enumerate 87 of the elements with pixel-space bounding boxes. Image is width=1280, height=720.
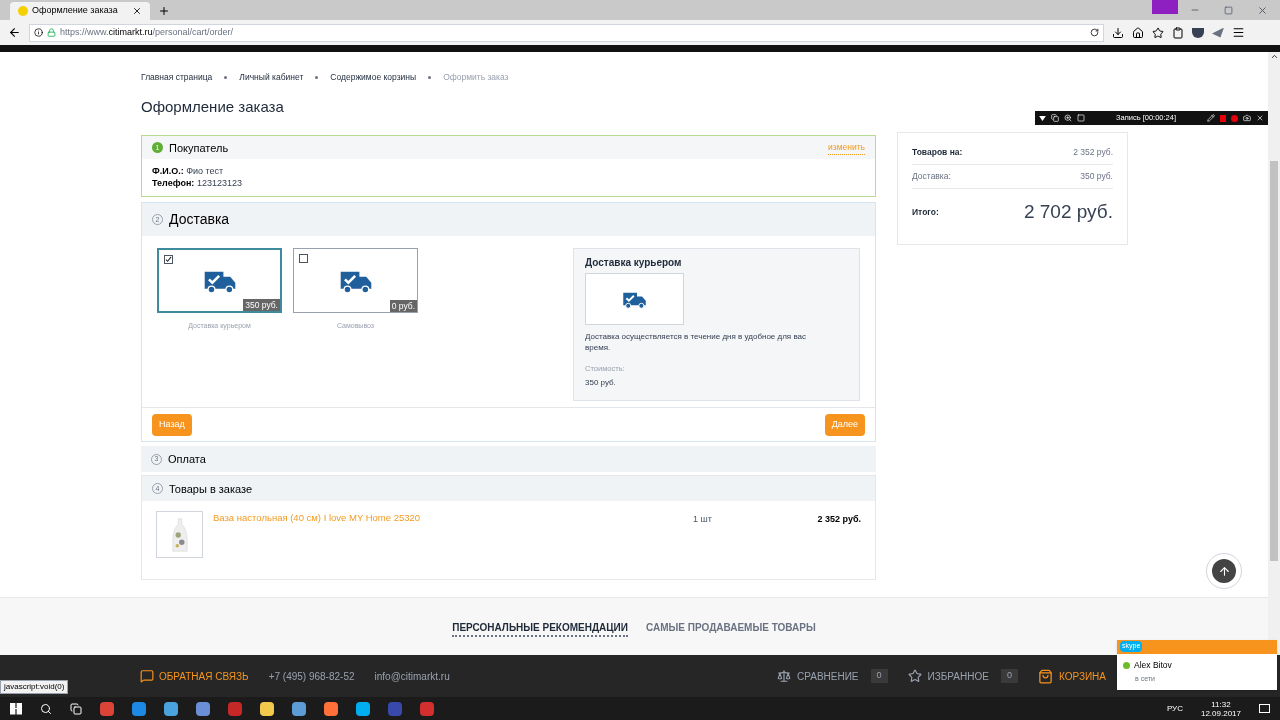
reload-icon[interactable] bbox=[1090, 28, 1099, 37]
taskbar-app-icon[interactable] bbox=[132, 701, 146, 716]
bookmark-star-icon[interactable] bbox=[1152, 26, 1164, 39]
summary-label: Итого: bbox=[912, 206, 939, 219]
details-description: Доставка осуществляется в течение дня в удобное для вас время. bbox=[585, 331, 807, 354]
count-badge: 0 bbox=[870, 669, 888, 683]
price-badge: 0 руб. bbox=[389, 299, 417, 313]
home-icon[interactable] bbox=[1132, 26, 1144, 39]
task-view-icon[interactable] bbox=[70, 702, 82, 715]
record-icon[interactable] bbox=[1231, 114, 1238, 122]
summary-value: 2 702 руб. bbox=[1023, 200, 1113, 225]
favorites-link[interactable]: ИЗБРАННОЕ bbox=[927, 668, 989, 684]
price-text: 2 352 руб. bbox=[816, 513, 861, 527]
checkbox[interactable] bbox=[299, 254, 308, 264]
taskbar-app-icon[interactable] bbox=[260, 701, 274, 716]
recommendation-tab[interactable]: ПЕРСОНАЛЬНЫЕ РЕКОМЕНДАЦИИ bbox=[452, 620, 628, 637]
compare-link[interactable]: СРАВНЕНИЕ bbox=[797, 668, 859, 684]
lock-icon bbox=[47, 28, 56, 37]
checkbox[interactable] bbox=[164, 255, 173, 265]
section-title: Товары в заказе bbox=[169, 481, 253, 497]
zoom-icon[interactable] bbox=[1064, 114, 1072, 122]
contact-name: Alex Bitov bbox=[1134, 659, 1172, 672]
cart-link[interactable]: КОРЗИНА bbox=[1058, 668, 1106, 684]
language-indicator[interactable]: РУС bbox=[1166, 702, 1183, 715]
summary-label: Товаров на: bbox=[912, 146, 963, 159]
scroll-up-icon[interactable] bbox=[1269, 52, 1279, 61]
info-icon bbox=[34, 28, 43, 37]
clock-date: 12.09.2017 bbox=[1200, 708, 1241, 718]
pencil-icon[interactable] bbox=[1207, 114, 1215, 122]
back-icon[interactable] bbox=[8, 26, 21, 39]
favicon-icon bbox=[18, 6, 28, 16]
feedback-icon bbox=[140, 669, 154, 683]
summary-label: Доставка: bbox=[912, 170, 951, 183]
scales-icon bbox=[777, 669, 791, 683]
summary-value: 2 352 руб. bbox=[1073, 146, 1113, 159]
section-title: Доставка bbox=[169, 210, 230, 230]
section-title: Оплата bbox=[168, 452, 206, 467]
scroll-top-button[interactable] bbox=[1206, 553, 1242, 589]
buyer-field: Телефон: 123123123 bbox=[152, 177, 865, 190]
url-text: https://www.citimarkt.ru/personal/cart/order/ bbox=[60, 25, 235, 39]
quantity-text: 1 шт bbox=[693, 513, 713, 527]
phone-text: +7 (495) 968-82-52 bbox=[268, 669, 355, 684]
dropdown-icon[interactable] bbox=[1039, 115, 1046, 121]
feedback-link[interactable]: ОБРАТНАЯ СВЯЗЬ bbox=[159, 668, 249, 684]
page-title: Оформление заказа bbox=[141, 96, 285, 117]
tab-title: Оформление заказа bbox=[32, 4, 119, 18]
email-text: info@citimarkt.ru bbox=[374, 669, 450, 684]
notifications-icon[interactable] bbox=[1259, 704, 1270, 713]
new-tab-icon[interactable] bbox=[158, 5, 170, 17]
breadcrumb-link[interactable]: Личный кабинет bbox=[239, 71, 304, 84]
clock-time: 11:32 bbox=[1211, 699, 1231, 709]
status-link-tooltip: javascript:void(0) bbox=[0, 680, 69, 694]
online-status-icon bbox=[1123, 661, 1130, 669]
browser-tab[interactable]: Оформление заказа bbox=[10, 2, 150, 20]
taskbar-app-icon[interactable] bbox=[324, 701, 338, 716]
cart-icon bbox=[1037, 668, 1053, 684]
close-icon[interactable] bbox=[1256, 114, 1264, 122]
close-icon[interactable] bbox=[132, 6, 142, 16]
recommendation-tab[interactable]: САМЫЕ ПРОДАВАЕМЫЕ ТОВАРЫ bbox=[646, 620, 816, 637]
summary-value: 350 руб. bbox=[1080, 170, 1113, 183]
arrow-up-icon bbox=[1217, 564, 1231, 578]
download-icon[interactable] bbox=[1112, 26, 1124, 39]
taskbar-app-icon[interactable] bbox=[164, 701, 178, 716]
search-icon[interactable] bbox=[40, 702, 52, 715]
cost-value: 350 руб. bbox=[585, 376, 617, 389]
section-title: Покупатель bbox=[169, 140, 230, 156]
address-bar[interactable]: https://www.citimarkt.ru/personal/cart/order/ bbox=[29, 23, 1104, 42]
window-icon[interactable] bbox=[1051, 114, 1059, 122]
price-badge: 350 руб. bbox=[243, 298, 280, 312]
star-icon bbox=[907, 669, 922, 683]
camera-icon[interactable] bbox=[1243, 114, 1251, 122]
delivery-option-card[interactable]: 350 руб. bbox=[157, 248, 282, 314]
taskbar-app-icon[interactable] bbox=[292, 701, 306, 716]
scrollbar[interactable] bbox=[1268, 52, 1280, 655]
breadcrumb-link[interactable]: Главная страница bbox=[141, 71, 213, 84]
taskbar-app-icon[interactable] bbox=[356, 701, 370, 716]
details-title: Доставка курьером bbox=[585, 256, 683, 271]
buyer-field: Ф.И.О.: Фио тест bbox=[152, 165, 865, 178]
delivery-option-card[interactable]: 0 руб. bbox=[293, 248, 418, 314]
count-badge: 0 bbox=[1000, 669, 1018, 683]
send-icon[interactable] bbox=[1212, 27, 1224, 38]
menu-icon[interactable] bbox=[1232, 26, 1245, 39]
clipboard-icon[interactable] bbox=[1172, 26, 1184, 39]
region-icon[interactable] bbox=[1077, 114, 1085, 122]
taskbar-app-icon[interactable] bbox=[196, 701, 210, 716]
breadcrumb-link[interactable]: Содержимое корзины bbox=[330, 71, 417, 84]
pause-icon[interactable] bbox=[1220, 114, 1226, 122]
